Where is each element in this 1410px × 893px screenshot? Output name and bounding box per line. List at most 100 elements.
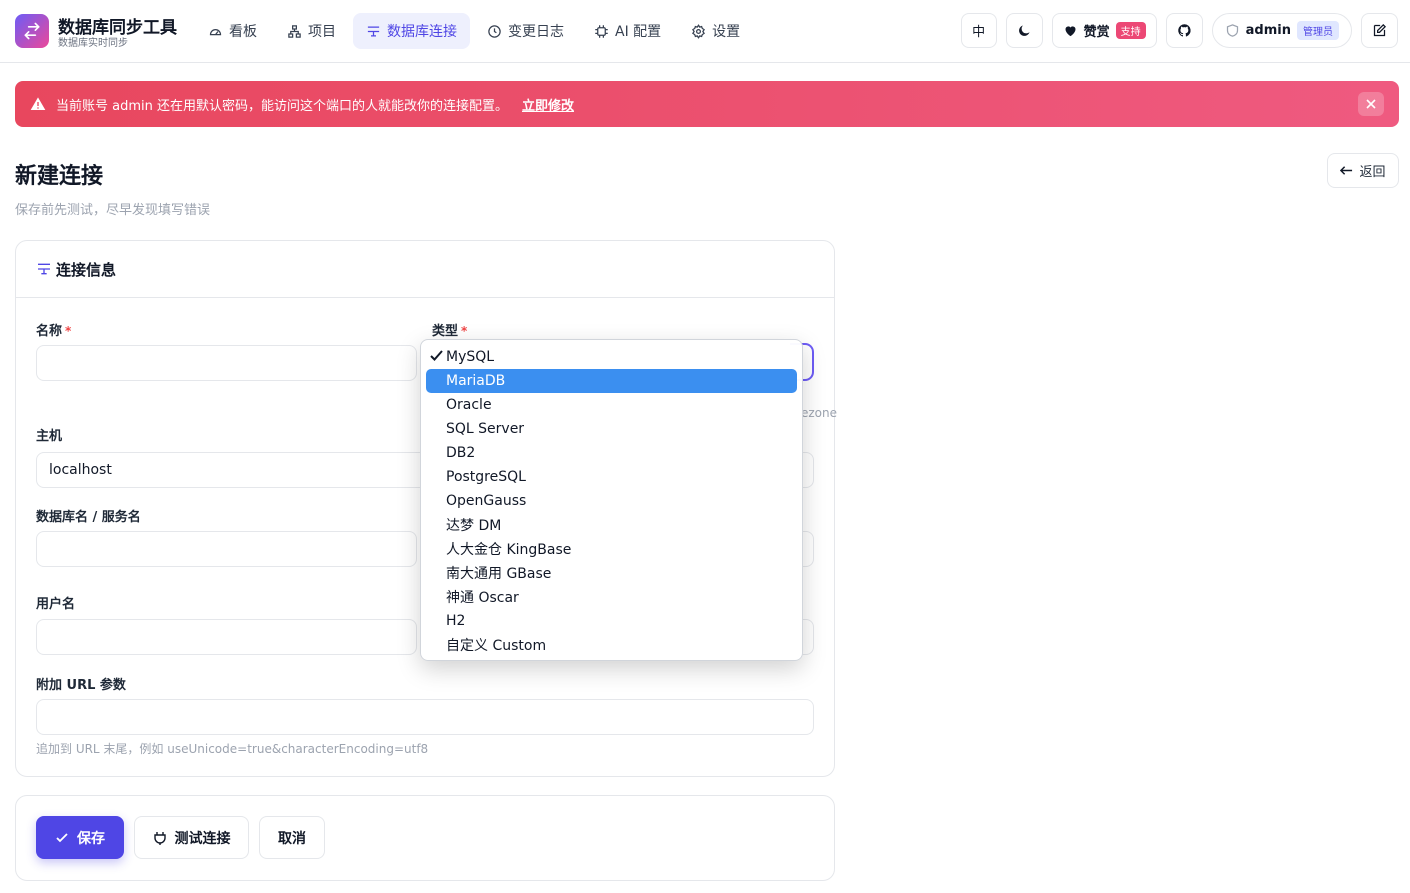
nav-label: AI 配置 xyxy=(615,24,662,40)
nav-label: 数据库连接 xyxy=(387,24,457,40)
user-role-badge: 管理员 xyxy=(1297,21,1339,40)
option-label: DB2 xyxy=(446,445,476,461)
type-option-kingbase[interactable]: 人大金仓 KingBase xyxy=(426,537,797,561)
url-params-label: 附加 URL 参数 xyxy=(36,678,126,693)
user-name: admin xyxy=(1245,23,1291,38)
url-params-hint: 追加到 URL 末尾，例如 useUnicode=true&characterE… xyxy=(36,742,429,756)
database-link-icon xyxy=(38,263,50,275)
nav-label: 设置 xyxy=(712,24,741,40)
nav-ai-config[interactable]: AI 配置 xyxy=(581,13,674,49)
sponsor-badge: 支持 xyxy=(1115,22,1146,39)
default-password-alert: 当前账号 admin 还在用默认密码，能访问这个端口的人就能改你的连接配置。 立… xyxy=(15,81,1399,127)
main-nav: 看板 项目 数据库连接 变更日志 AI 配置 设置 xyxy=(195,13,753,49)
type-option-sqlserver[interactable]: SQL Server xyxy=(426,417,797,441)
clock-icon xyxy=(488,24,501,38)
cancel-label: 取消 xyxy=(278,830,306,847)
database-input[interactable] xyxy=(36,531,417,567)
name-label-text: 名称 xyxy=(36,324,63,339)
type-option-mysql[interactable]: MySQL xyxy=(426,345,797,369)
save-label: 保存 xyxy=(77,830,105,847)
github-icon xyxy=(1177,24,1191,37)
nav-settings[interactable]: 设置 xyxy=(678,13,753,49)
sponsor-label: 赞赏 xyxy=(1083,25,1110,40)
option-label: Oracle xyxy=(446,397,492,413)
alert-message: 当前账号 admin 还在用默认密码，能访问这个端口的人就能改你的连接配置。 xyxy=(56,98,508,114)
option-label: H2 xyxy=(446,613,466,629)
alert-close-button[interactable] xyxy=(1358,92,1384,116)
close-icon xyxy=(1366,99,1376,109)
type-option-postgresql[interactable]: PostgreSQL xyxy=(426,465,797,489)
type-option-oracle[interactable]: Oracle xyxy=(426,393,797,417)
language-label: 中 xyxy=(972,25,986,40)
type-option-oscar[interactable]: 神通 Oscar xyxy=(426,585,797,609)
toolbar-right: 中 赞赏 支持 admin 管理员 xyxy=(960,13,1398,48)
edit-button[interactable] xyxy=(1361,13,1398,48)
option-label: 人大金仓 KingBase xyxy=(446,542,572,558)
back-label: 返回 xyxy=(1359,165,1386,180)
github-button[interactable] xyxy=(1165,13,1203,48)
nav-label: 变更日志 xyxy=(508,24,564,40)
option-label: 南大通用 GBase xyxy=(446,566,552,582)
top-bar: 数据库同步工具 数据库实时同步 看板 项目 数据库连接 变更日志 AI 配置 设… xyxy=(0,0,1410,63)
form-actions: 保存 测试连接 取消 xyxy=(15,795,835,881)
option-label: 自定义 Custom xyxy=(446,638,547,654)
checkmark-icon xyxy=(430,350,443,361)
type-option-dameng[interactable]: 达梦 DM xyxy=(426,513,797,537)
type-option-db2[interactable]: DB2 xyxy=(426,441,797,465)
app-logo[interactable] xyxy=(15,14,49,48)
nav-dashboard[interactable]: 看板 xyxy=(195,13,270,49)
type-option-gbase[interactable]: 南大通用 GBase xyxy=(426,561,797,585)
gear-icon xyxy=(692,23,706,39)
option-label: 神通 Oscar xyxy=(446,590,519,606)
type-option-h2[interactable]: H2 xyxy=(426,609,797,633)
card-header: 连接信息 xyxy=(16,241,834,298)
required-mark: * xyxy=(461,324,468,338)
option-label: OpenGauss xyxy=(446,493,527,509)
test-connection-button[interactable]: 测试连接 xyxy=(134,816,249,859)
gauge-icon xyxy=(209,28,222,35)
option-label: MariaDB xyxy=(446,373,506,389)
nav-projects[interactable]: 项目 xyxy=(274,13,349,49)
type-option-mariadb[interactable]: MariaDB xyxy=(426,369,797,393)
type-label: 类型 * xyxy=(432,320,467,339)
username-input[interactable] xyxy=(36,619,417,655)
host-value: localhost xyxy=(49,462,112,478)
nav-changelog[interactable]: 变更日志 xyxy=(474,13,577,49)
nav-label: 项目 xyxy=(308,24,336,40)
option-label: SQL Server xyxy=(446,421,525,437)
arrow-left-icon xyxy=(1340,166,1353,175)
name-input[interactable] xyxy=(36,345,417,381)
required-mark: * xyxy=(65,324,72,338)
back-button[interactable]: 返回 xyxy=(1327,153,1399,188)
user-menu-button[interactable]: admin 管理员 xyxy=(1211,13,1352,48)
test-label: 测试连接 xyxy=(174,830,231,847)
option-label: 达梦 DM xyxy=(446,518,502,534)
name-label: 名称 * xyxy=(36,320,71,339)
username-label: 用户名 xyxy=(36,597,76,612)
type-option-opengauss[interactable]: OpenGauss xyxy=(426,489,797,513)
host-label: 主机 xyxy=(36,429,63,444)
sync-arrows-icon xyxy=(24,22,40,40)
database-label: 数据库名 / 服务名 xyxy=(36,510,141,525)
warning-icon xyxy=(30,97,46,110)
check-icon xyxy=(56,832,68,842)
cancel-button[interactable]: 取消 xyxy=(259,816,325,859)
alert-fix-link[interactable]: 立即修改 xyxy=(522,95,574,114)
option-label: PostgreSQL xyxy=(446,469,526,485)
chip-icon xyxy=(595,24,608,38)
brand-subtitle: 数据库实时同步 xyxy=(58,38,128,49)
url-params-input[interactable] xyxy=(36,699,814,735)
timezone-hint-fragment: ezone xyxy=(801,406,838,420)
type-option-custom[interactable]: 自定义 Custom xyxy=(426,633,797,657)
option-label: MySQL xyxy=(446,349,495,365)
language-toggle-button[interactable]: 中 xyxy=(960,13,997,48)
save-button[interactable]: 保存 xyxy=(36,816,124,859)
theme-toggle-button[interactable] xyxy=(1005,13,1043,48)
type-dropdown: MySQL MariaDB Oracle SQL Server DB2 Post… xyxy=(420,339,803,661)
nav-connections[interactable]: 数据库连接 xyxy=(353,13,470,49)
page-title: 新建连接 xyxy=(15,164,104,189)
page-subtitle: 保存前先测试，尽早发现填写错误 xyxy=(15,203,211,218)
plug-icon xyxy=(153,831,166,845)
moon-icon xyxy=(1018,25,1030,36)
sponsor-button[interactable]: 赞赏 支持 xyxy=(1051,13,1157,48)
